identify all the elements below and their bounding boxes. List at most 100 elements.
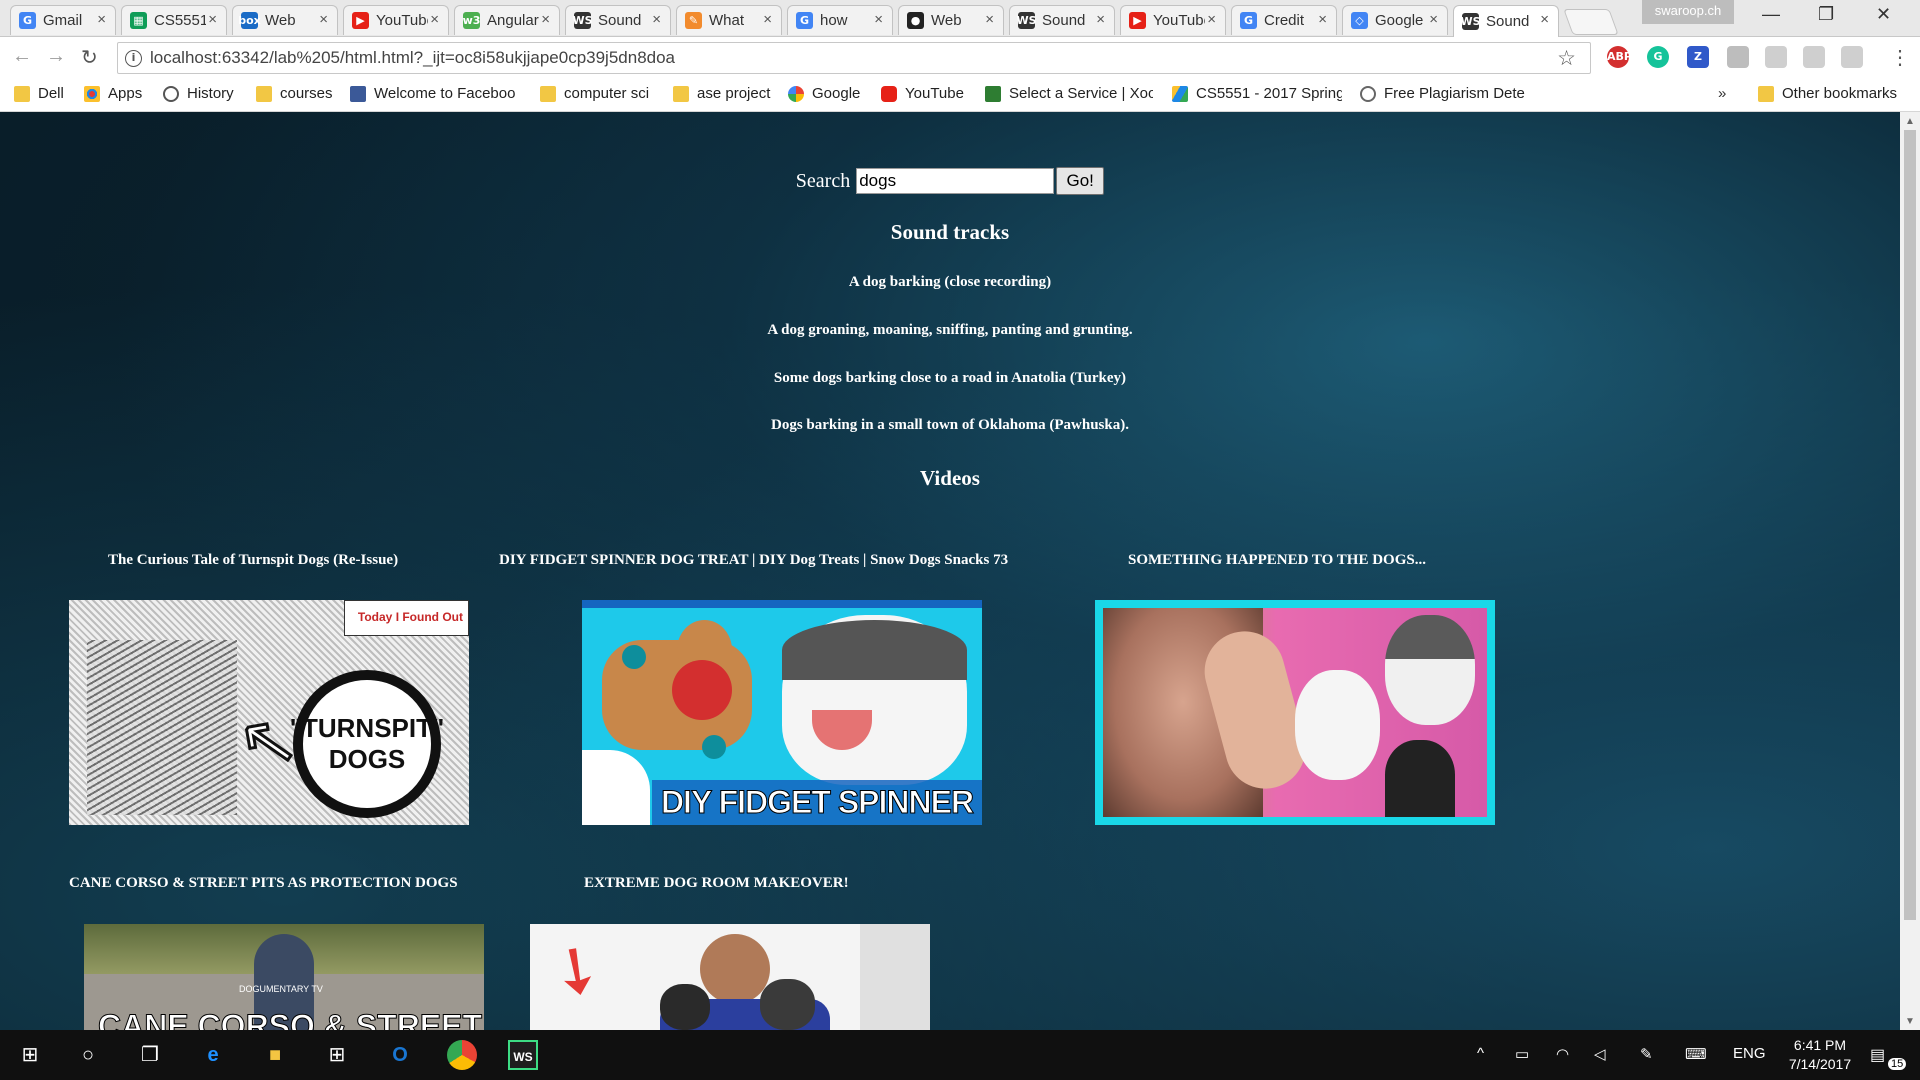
browser-tab[interactable]: ▶ YouTube×	[343, 5, 449, 35]
browser-tab[interactable]: WS Sound ×	[1009, 5, 1115, 35]
video-title[interactable]: CANE CORSO & STREET PITS AS PROTECTION D…	[69, 875, 458, 892]
new-tab-button[interactable]	[1563, 9, 1619, 35]
video-thumbnail[interactable]	[1095, 600, 1495, 825]
browser-tab[interactable]: ✎ What ×	[676, 5, 782, 35]
video-title[interactable]: The Curious Tale of Turnspit Dogs (Re-Is…	[108, 552, 398, 569]
tab-close-icon[interactable]: ×	[208, 11, 217, 28]
clock[interactable]: 6:41 PM 7/14/2017	[1780, 1036, 1860, 1074]
tab-close-icon[interactable]: ×	[652, 11, 661, 28]
volume-icon[interactable]: ◁	[1594, 1045, 1606, 1063]
tab-close-icon[interactable]: ×	[541, 11, 550, 28]
video-title[interactable]: EXTREME DOG ROOM MAKEOVER!	[584, 875, 849, 892]
soundtrack-item[interactable]: A dog barking (close recording)	[0, 274, 1900, 291]
windows-start-icon[interactable]: ⊞	[15, 1040, 45, 1070]
bookmark-history[interactable]: History	[163, 85, 234, 102]
bookmark-computer-sci[interactable]: computer sci	[540, 85, 649, 102]
video-thumbnail[interactable]: ➘	[530, 924, 930, 1030]
url-text[interactable]: localhost:63342/lab%205/html.html?_ijt=o…	[150, 48, 675, 68]
chrome-icon[interactable]	[447, 1040, 477, 1070]
other-bookmarks[interactable]: Other bookmarks	[1758, 85, 1897, 102]
restore-icon[interactable]: ❐	[1818, 4, 1834, 25]
reload-icon[interactable]: ↻	[81, 45, 98, 70]
bookmark-youtube[interactable]: YouTube	[881, 85, 964, 102]
browser-tab[interactable]: G Credit ×	[1231, 5, 1337, 35]
extension-icon[interactable]	[1727, 46, 1749, 68]
tab-close-icon[interactable]: ×	[1540, 11, 1549, 28]
bookmark-courses[interactable]: courses	[256, 85, 333, 102]
tab-close-icon[interactable]: ×	[1096, 11, 1105, 28]
bookmark-apps[interactable]: Apps	[84, 85, 142, 102]
menu-icon[interactable]: ⋮	[1890, 45, 1910, 70]
tab-close-icon[interactable]: ×	[430, 11, 439, 28]
tab-close-icon[interactable]: ×	[1207, 11, 1216, 28]
tab-close-icon[interactable]: ×	[985, 11, 994, 28]
tab-close-icon[interactable]: ×	[319, 11, 328, 28]
info-icon[interactable]: i	[125, 49, 142, 67]
cortana-icon[interactable]: ○	[73, 1040, 103, 1070]
keyboard-icon[interactable]: ⌨	[1685, 1045, 1707, 1063]
task-view-icon[interactable]: ❐	[135, 1040, 165, 1070]
video-thumbnail[interactable]: DIY FIDGET SPINNER	[582, 600, 982, 825]
browser-tab[interactable]: Ghow ×	[787, 5, 893, 35]
file-explorer-icon[interactable]: ■	[260, 1040, 290, 1070]
battery-icon[interactable]: ▭	[1515, 1045, 1529, 1063]
outlook-icon[interactable]: O	[385, 1040, 415, 1070]
bookmark-ase-project[interactable]: ase project	[673, 85, 770, 102]
browser-tab[interactable]: box Web ×	[232, 5, 338, 35]
webstorm-icon[interactable]: WS	[508, 1040, 538, 1070]
back-icon[interactable]: ←	[12, 45, 32, 68]
tray-chevron-icon[interactable]: ^	[1477, 1045, 1484, 1062]
wifi-icon[interactable]: ◠	[1556, 1045, 1569, 1063]
bookmark-plagiarism[interactable]: Free Plagiarism Dete	[1360, 85, 1532, 102]
search-input[interactable]	[856, 168, 1055, 194]
scroll-down-icon[interactable]: ▼	[1905, 1016, 1915, 1027]
tab-close-icon[interactable]: ×	[97, 11, 106, 28]
browser-tab[interactable]: ▦ CS5551 ×	[121, 5, 227, 35]
browser-tab[interactable]: w3 Angular ×	[454, 5, 560, 35]
browser-tab[interactable]: ● Web ×	[898, 5, 1004, 35]
tab-close-icon[interactable]: ×	[874, 11, 883, 28]
video-title[interactable]: DIY FIDGET SPINNER DOG TREAT | DIY Dog T…	[499, 552, 1008, 569]
tab-close-icon[interactable]: ×	[1318, 11, 1327, 28]
profile-button[interactable]: swaroop.ch	[1642, 0, 1734, 24]
close-window-icon[interactable]: ✕	[1876, 4, 1891, 25]
tab-close-icon[interactable]: ×	[763, 11, 772, 28]
bookmark-xoom[interactable]: Select a Service | Xoo	[985, 85, 1153, 102]
video-thumbnail[interactable]: DOGUMENTARY TV CANE CORSO & STREET PITS	[84, 924, 484, 1030]
bookmark-facebook[interactable]: Welcome to Faceboo	[350, 85, 520, 102]
store-icon[interactable]: ⊞	[322, 1040, 352, 1070]
action-center-icon[interactable]: ▤	[1870, 1045, 1885, 1065]
browser-tab[interactable]: WS Sound ×	[565, 5, 671, 35]
edge-icon[interactable]: e	[198, 1040, 228, 1070]
browser-tab[interactable]: ◇ Google ×	[1342, 5, 1448, 35]
bookmark-google[interactable]: Google	[788, 85, 860, 102]
scroll-thumb[interactable]	[1904, 130, 1916, 920]
video-title[interactable]: SOMETHING HAPPENED TO THE DOGS...	[1128, 552, 1426, 569]
video-thumbnail[interactable]: Today I Found Out "TURNSPIT" DOGS ↖	[69, 600, 469, 825]
language-indicator[interactable]: ENG	[1733, 1045, 1766, 1062]
drive-extension-icon[interactable]	[1803, 46, 1825, 68]
soundtrack-item[interactable]: Dogs barking in a small town of Oklahoma…	[0, 417, 1900, 434]
tab-close-icon[interactable]: ×	[1429, 11, 1438, 28]
browser-tab[interactable]: G Gmail ×	[10, 5, 116, 35]
browser-tab[interactable]: WS Sound ×	[1453, 5, 1559, 37]
soundtrack-item[interactable]: Some dogs barking close to a road in Ana…	[0, 370, 1900, 387]
grammarly-icon[interactable]: G	[1647, 46, 1669, 68]
soundtrack-item[interactable]: A dog groaning, moaning, sniffing, panti…	[0, 322, 1900, 339]
scroll-up-icon[interactable]: ▲	[1905, 116, 1915, 127]
address-bar[interactable]: i localhost:63342/lab%205/html.html?_ijt…	[117, 42, 1591, 74]
go-button[interactable]: Go!	[1056, 167, 1105, 195]
adblock-icon[interactable]: ABP	[1607, 46, 1632, 68]
zotero-icon[interactable]: Z	[1687, 46, 1709, 68]
bookmarks-overflow-icon[interactable]: »	[1718, 85, 1726, 102]
browser-tab[interactable]: ▶ YouTube×	[1120, 5, 1226, 35]
pen-icon[interactable]: ✎	[1640, 1045, 1653, 1063]
page-scrollbar[interactable]: ▲ ▼	[1900, 112, 1920, 1030]
shield-icon[interactable]	[1765, 46, 1787, 68]
minimize-icon[interactable]: —	[1762, 4, 1780, 25]
forward-icon[interactable]: →	[46, 45, 66, 68]
bookmark-star-icon[interactable]: ☆	[1557, 46, 1576, 71]
bookmark-dell[interactable]: Dell	[14, 85, 64, 102]
pdf-extension-icon[interactable]	[1841, 46, 1863, 68]
bookmark-cs5551[interactable]: CS5551 - 2017 Spring	[1172, 85, 1342, 102]
